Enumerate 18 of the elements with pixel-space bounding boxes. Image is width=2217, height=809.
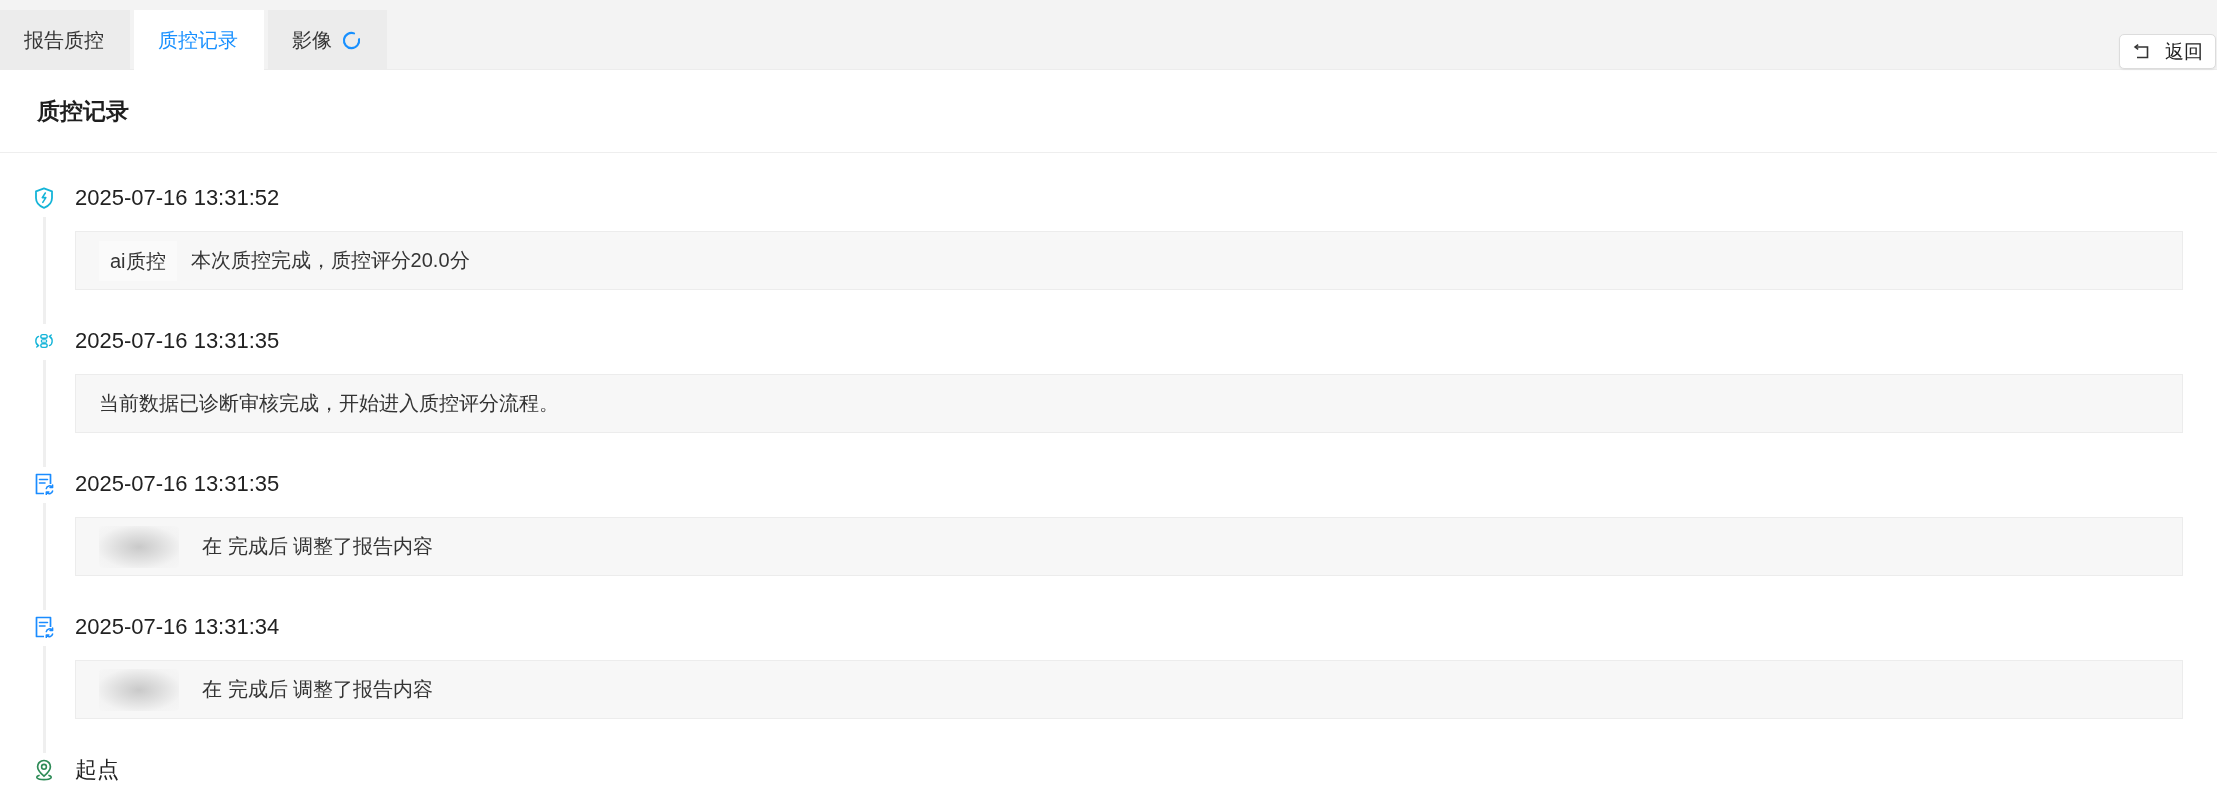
record-text: 本次质控完成，质控评分20.0分 <box>190 248 470 273</box>
record-timestamp: 2025-07-16 13:31:34 <box>75 613 281 641</box>
back-button[interactable]: 返回 <box>2119 34 2216 69</box>
shield-bolt-icon <box>34 187 54 209</box>
record-text: 在 完成后 调整了报告内容 <box>202 677 434 702</box>
record-timestamp: 2025-07-16 13:31:35 <box>75 470 281 498</box>
record-text: 当前数据已诊断审核完成，开始进入质控评分流程。 <box>99 391 559 416</box>
timeline-start-label: 起点 <box>75 756 120 784</box>
record-timestamp: 2025-07-16 13:31:52 <box>75 184 281 212</box>
document-refresh-icon <box>34 616 54 638</box>
tab[interactable]: 报告质控 <box>0 10 130 70</box>
document-refresh-icon <box>34 473 54 495</box>
panel-title: 质控记录 <box>37 96 129 126</box>
return-arrow-icon <box>2133 43 2151 60</box>
location-pin-icon <box>34 759 54 781</box>
record-timestamp: 2025-07-16 13:31:35 <box>75 327 281 355</box>
record-text: 在 完成后 调整了报告内容 <box>202 534 434 559</box>
tab[interactable]: 影像 <box>268 10 387 70</box>
